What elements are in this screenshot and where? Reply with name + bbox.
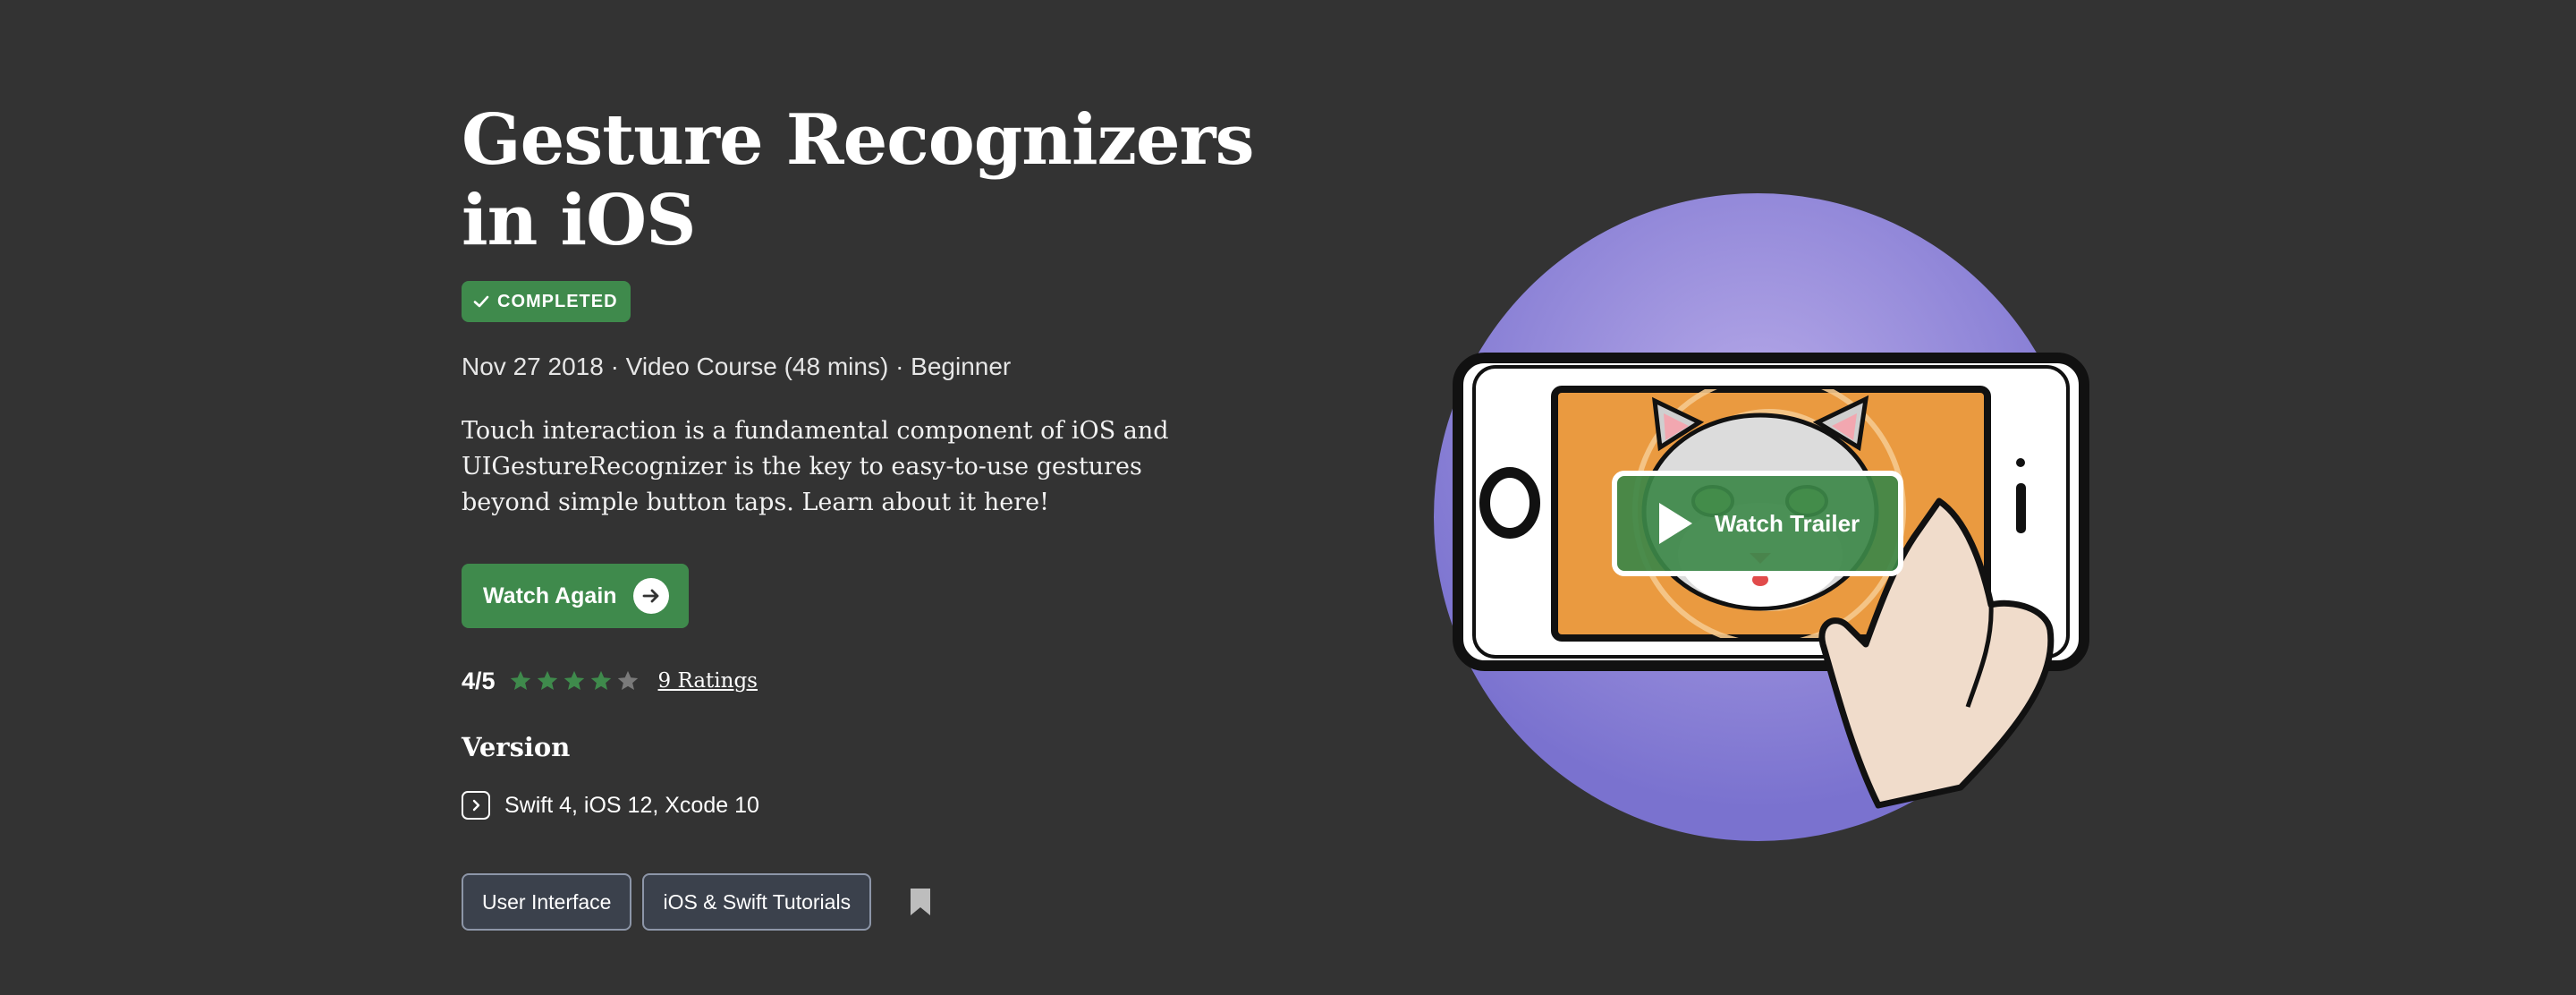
- star-icon: [590, 670, 611, 691]
- tag-ios-swift-tutorials[interactable]: iOS & Swift Tutorials: [642, 873, 872, 931]
- watch-trailer-label: Watch Trailer: [1714, 509, 1860, 537]
- status-badge: COMPLETED: [462, 281, 631, 322]
- star-icon: [537, 670, 557, 691]
- star-icon: [510, 670, 530, 691]
- course-description: Touch interaction is a fundamental compo…: [462, 417, 1169, 516]
- star-icon: [564, 670, 584, 691]
- rating: 4/5 9 Ratings: [462, 664, 758, 698]
- version-heading: Version: [462, 732, 571, 762]
- tag-list: User Interface iOS & Swift Tutorials: [462, 873, 932, 931]
- watch-trailer-button[interactable]: Watch Trailer: [1612, 471, 1903, 576]
- course-meta: Nov 27 2018 · Video Course (48 mins) · B…: [462, 353, 1012, 380]
- page-title: Gesture Recognizers in iOS: [462, 99, 1255, 261]
- arrow-right-icon: [632, 578, 669, 614]
- rating-stars: [508, 668, 640, 693]
- play-icon: [1658, 503, 1692, 544]
- bookmark-icon[interactable]: [909, 887, 932, 917]
- status-badge-label: COMPLETED: [497, 291, 618, 311]
- watch-again-label: Watch Again: [483, 583, 617, 608]
- ratings-link[interactable]: 9 Ratings: [658, 669, 758, 693]
- chevron-right-icon: [462, 791, 490, 820]
- rating-score: 4/5: [462, 667, 496, 694]
- version-value: Swift 4, iOS 12, Xcode 10: [504, 792, 759, 818]
- watch-again-button[interactable]: Watch Again: [462, 564, 689, 628]
- star-icon: [617, 670, 638, 691]
- tag-user-interface[interactable]: User Interface: [462, 873, 632, 931]
- check-icon: [473, 295, 489, 308]
- version-row: Swift 4, iOS 12, Xcode 10: [462, 791, 759, 820]
